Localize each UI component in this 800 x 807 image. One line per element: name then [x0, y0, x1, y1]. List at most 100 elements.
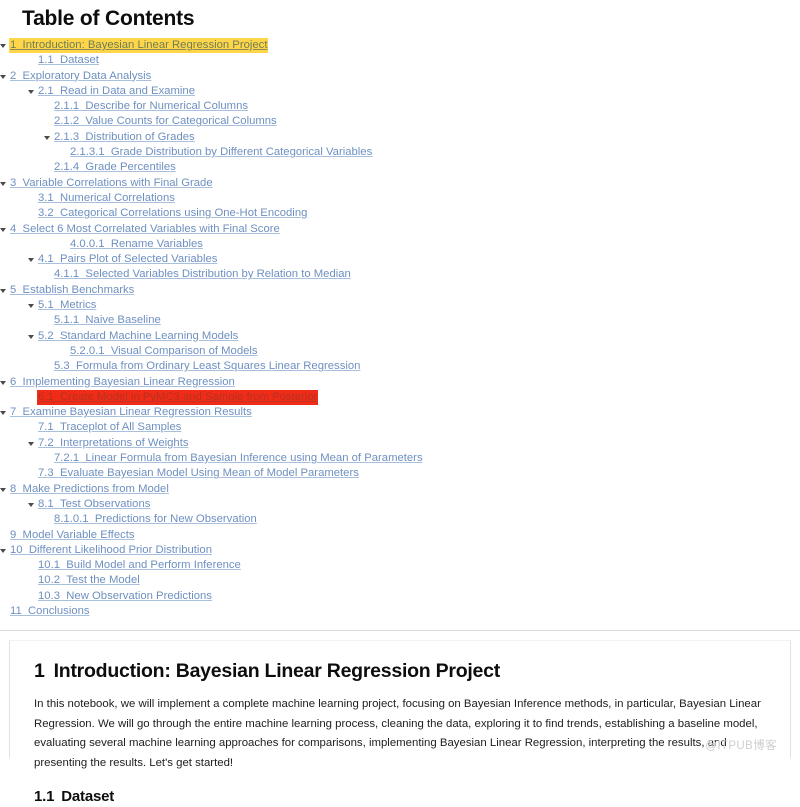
toc-link[interactable]: 5 Establish Benchmarks [9, 283, 135, 298]
toc-item[interactable]: 5.3 Formula from Ordinary Least Squares … [0, 359, 800, 374]
toc-item[interactable]: 5.1.1 Naive Baseline [0, 313, 800, 328]
caret-spacer [28, 558, 37, 573]
toc-item[interactable]: 6.1 Create Model in PyMC3 and Sample fro… [0, 389, 800, 406]
toc-link[interactable]: 7.2.1 Linear Formula from Bayesian Infer… [53, 451, 424, 466]
toc-link[interactable]: 7.3 Evaluate Bayesian Model Using Mean o… [37, 466, 360, 481]
caret-spacer [28, 191, 37, 206]
toc-item[interactable]: 2.1.1 Describe for Numerical Columns [0, 99, 800, 114]
chevron-down-icon[interactable] [44, 130, 53, 145]
toc-item[interactable]: 2.1.2 Value Counts for Categorical Colum… [0, 114, 800, 129]
toc-link[interactable]: 3 Variable Correlations with Final Grade [9, 176, 214, 191]
toc-link[interactable]: 4.1 Pairs Plot of Selected Variables [37, 252, 218, 267]
toc-item[interactable]: 2.1.4 Grade Percentiles [0, 160, 800, 175]
toc-link[interactable]: 5.3 Formula from Ordinary Least Squares … [53, 359, 361, 374]
toc-link[interactable]: 3.2 Categorical Correlations using One-H… [37, 206, 308, 221]
chevron-down-icon[interactable] [0, 176, 9, 191]
chevron-down-icon[interactable] [28, 436, 37, 451]
toc-link[interactable]: 10.2 Test the Model [37, 573, 141, 588]
toc-item[interactable]: 6 Implementing Bayesian Linear Regressio… [0, 375, 800, 390]
toc-item[interactable]: 8.1 Test Observations [0, 497, 800, 512]
toc-item[interactable]: 7.2 Interpretations of Weights [0, 436, 800, 451]
toc-item[interactable]: 4 Select 6 Most Correlated Variables wit… [0, 222, 800, 237]
caret-spacer [28, 573, 37, 588]
toc-link[interactable]: 5.2.0.1 Visual Comparison of Models [69, 344, 259, 359]
toc-item[interactable]: 3 Variable Correlations with Final Grade [0, 176, 800, 191]
chevron-down-icon[interactable] [0, 69, 9, 84]
toc-link[interactable]: 2.1.4 Grade Percentiles [53, 160, 177, 175]
toc-item[interactable]: 2.1.3.1 Grade Distribution by Different … [0, 145, 800, 160]
toc-link[interactable]: 7 Examine Bayesian Linear Regression Res… [9, 405, 253, 420]
toc-item[interactable]: 4.0.0.1 Rename Variables [0, 237, 800, 252]
toc-item[interactable]: 4.1 Pairs Plot of Selected Variables [0, 252, 800, 267]
chevron-down-icon[interactable] [28, 497, 37, 512]
toc-item[interactable]: 7 Examine Bayesian Linear Regression Res… [0, 405, 800, 420]
toc-link[interactable]: 2.1.3 Distribution of Grades [53, 130, 196, 145]
toc-link[interactable]: 2 Exploratory Data Analysis [9, 69, 152, 84]
toc-link[interactable]: 10.1 Build Model and Perform Inference [37, 558, 242, 573]
toc-link[interactable]: 4.0.0.1 Rename Variables [69, 237, 204, 252]
watermark: @ITPUB博客 [705, 740, 777, 753]
toc-link[interactable]: 6.1 Create Model in PyMC3 and Sample fro… [37, 389, 319, 406]
toc-item[interactable]: 2.1 Read in Data and Examine [0, 84, 800, 99]
chevron-down-icon[interactable] [28, 329, 37, 344]
toc-item[interactable]: 4.1.1 Selected Variables Distribution by… [0, 267, 800, 282]
caret-spacer [28, 589, 37, 604]
chevron-down-icon[interactable] [0, 543, 9, 558]
chevron-down-icon[interactable] [0, 38, 9, 53]
toc-item[interactable]: 9 Model Variable Effects [0, 528, 800, 543]
chevron-down-icon[interactable] [0, 405, 9, 420]
toc-link[interactable]: 4.1.1 Selected Variables Distribution by… [53, 267, 352, 282]
toc-item[interactable]: 3.2 Categorical Correlations using One-H… [0, 206, 800, 221]
toc-item[interactable]: 1 Introduction: Bayesian Linear Regressi… [0, 38, 800, 54]
caret-spacer [28, 390, 37, 405]
toc-link[interactable]: 7.1 Traceplot of All Samples [37, 420, 182, 435]
toc-link[interactable]: 1.1 Dataset [37, 53, 100, 68]
toc-item[interactable]: 7.2.1 Linear Formula from Bayesian Infer… [0, 451, 800, 466]
toc-link[interactable]: 5.1 Metrics [37, 298, 97, 313]
toc-item[interactable]: 8 Make Predictions from Model [0, 482, 800, 497]
toc-link[interactable]: 1 Introduction: Bayesian Linear Regressi… [9, 38, 269, 54]
toc-item[interactable]: 3.1 Numerical Correlations [0, 191, 800, 206]
toc-item[interactable]: 11 Conclusions [0, 604, 800, 619]
toc-item[interactable]: 10.2 Test the Model [0, 573, 800, 588]
toc-item[interactable]: 2 Exploratory Data Analysis [0, 69, 800, 84]
toc-link[interactable]: 2.1 Read in Data and Examine [37, 84, 196, 99]
chevron-down-icon[interactable] [28, 252, 37, 267]
toc-link[interactable]: 2.1.3.1 Grade Distribution by Different … [69, 145, 373, 160]
toc-item[interactable]: 2.1.3 Distribution of Grades [0, 130, 800, 145]
toc-link[interactable]: 4 Select 6 Most Correlated Variables wit… [9, 222, 281, 237]
chevron-down-icon[interactable] [28, 84, 37, 99]
caret-spacer [28, 420, 37, 435]
toc-item[interactable]: 5.2.0.1 Visual Comparison of Models [0, 344, 800, 359]
toc-link[interactable]: 6 Implementing Bayesian Linear Regressio… [9, 375, 236, 390]
toc-link[interactable]: 3.1 Numerical Correlations [37, 191, 176, 206]
toc-item[interactable]: 10.3 New Observation Predictions [0, 589, 800, 604]
section-divider [0, 630, 800, 632]
toc-link[interactable]: 5.1.1 Naive Baseline [53, 313, 162, 328]
toc-link[interactable]: 8.1.0.1 Predictions for New Observation [53, 512, 258, 527]
toc-link[interactable]: 11 Conclusions [9, 604, 91, 619]
chevron-down-icon[interactable] [0, 222, 9, 237]
chevron-down-icon[interactable] [0, 375, 9, 390]
toc-item[interactable]: 10 Different Likelihood Prior Distributi… [0, 543, 800, 558]
toc-link[interactable]: 10.3 New Observation Predictions [37, 589, 213, 604]
toc-link[interactable]: 2.1.2 Value Counts for Categorical Colum… [53, 114, 278, 129]
toc-item[interactable]: 8.1.0.1 Predictions for New Observation [0, 512, 800, 527]
toc-link[interactable]: 2.1.1 Describe for Numerical Columns [53, 99, 249, 114]
toc-item[interactable]: 7.1 Traceplot of All Samples [0, 420, 800, 435]
toc-link[interactable]: 9 Model Variable Effects [9, 528, 136, 543]
chevron-down-icon[interactable] [0, 283, 9, 298]
chevron-down-icon[interactable] [28, 298, 37, 313]
toc-item[interactable]: 1.1 Dataset [0, 53, 800, 68]
toc-link[interactable]: 5.2 Standard Machine Learning Models [37, 329, 239, 344]
chevron-down-icon[interactable] [0, 482, 9, 497]
toc-item[interactable]: 10.1 Build Model and Perform Inference [0, 558, 800, 573]
toc-item[interactable]: 5.2 Standard Machine Learning Models [0, 329, 800, 344]
toc-item[interactable]: 5.1 Metrics [0, 298, 800, 313]
toc-link[interactable]: 8 Make Predictions from Model [9, 482, 170, 497]
toc-item[interactable]: 7.3 Evaluate Bayesian Model Using Mean o… [0, 466, 800, 481]
toc-link[interactable]: 10 Different Likelihood Prior Distributi… [9, 543, 213, 558]
toc-link[interactable]: 8.1 Test Observations [37, 497, 151, 512]
toc-link[interactable]: 7.2 Interpretations of Weights [37, 436, 190, 451]
toc-item[interactable]: 5 Establish Benchmarks [0, 283, 800, 298]
